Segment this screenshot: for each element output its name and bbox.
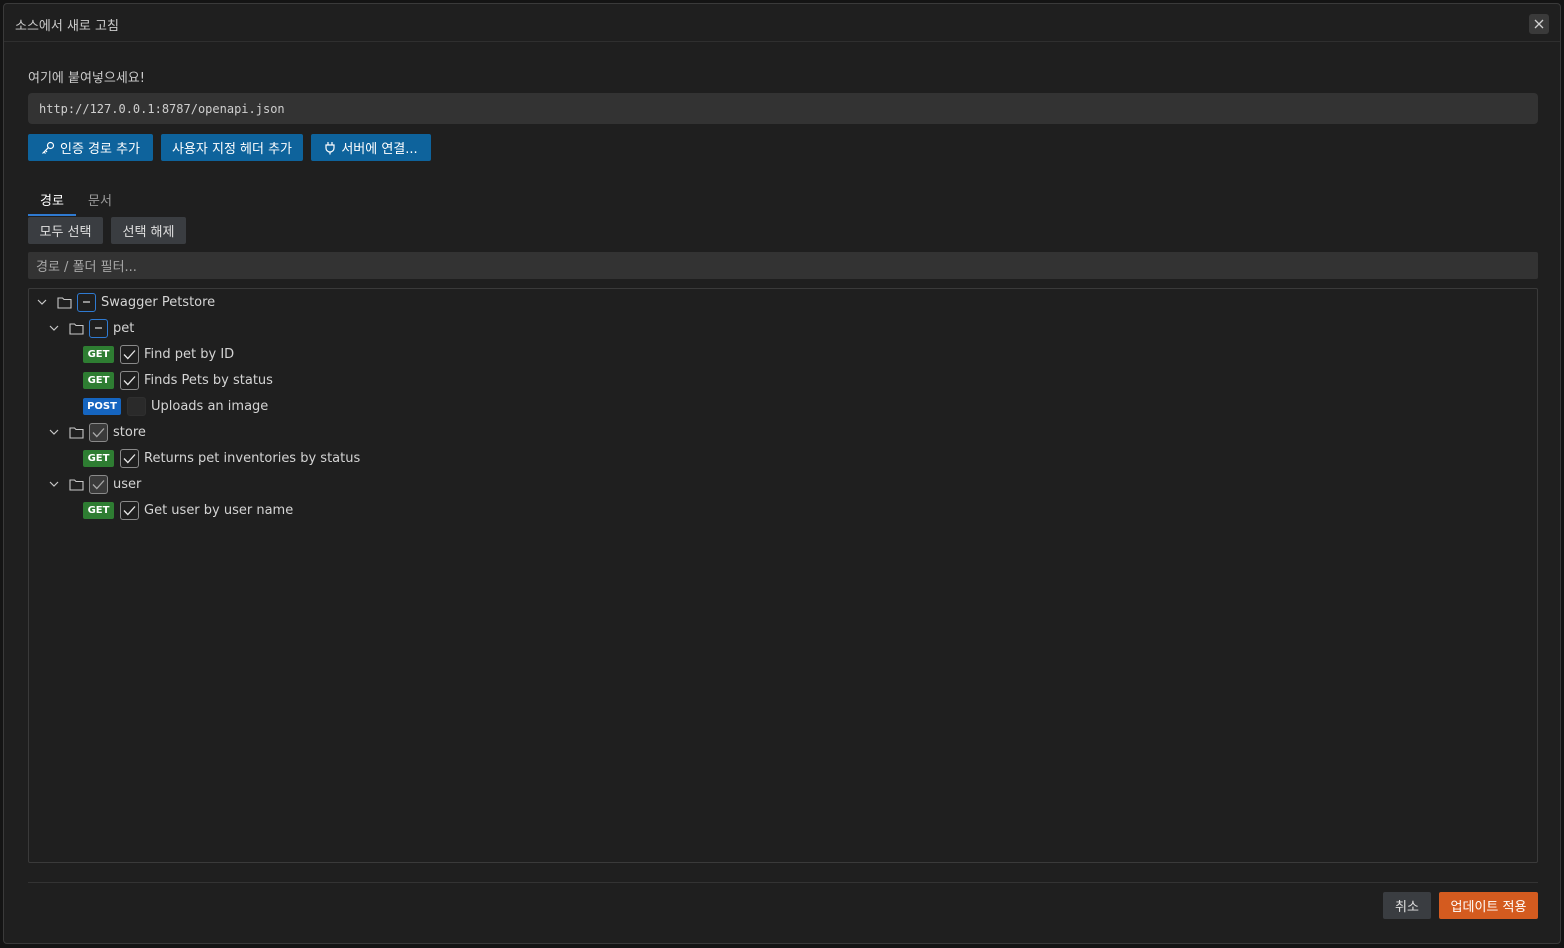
apply-update-button[interactable]: 업데이트 적용	[1439, 892, 1538, 919]
item-checkbox[interactable]	[120, 500, 139, 520]
select-all-button[interactable]: 모두 선택	[28, 217, 103, 244]
pet-partial-checkbox[interactable]	[89, 318, 108, 338]
tree-row-returns-pet-inventories[interactable]: GET Returns pet inventories by status	[83, 446, 360, 470]
add-custom-header-button[interactable]: 사용자 지정 헤더 추가	[161, 134, 303, 161]
route-tree: Swagger Petstore pet GET Find pet by ID …	[28, 288, 1538, 863]
deselect-all-label: 선택 해제	[122, 225, 175, 240]
tree-row-store[interactable]: store	[46, 420, 146, 444]
route-filter-placeholder: 경로 / 폴더 필터...	[36, 260, 137, 275]
method-badge: GET	[83, 501, 114, 519]
item-checkbox[interactable]	[120, 344, 139, 364]
dialog-titlebar: 소스에서 새로 고침	[4, 4, 1560, 42]
item-label: Uploads an image	[151, 398, 269, 414]
connect-server-button[interactable]: 서버에 연결...	[311, 134, 431, 161]
close-button[interactable]	[1529, 14, 1549, 34]
tab-docs-label: 문서	[88, 194, 112, 209]
refresh-from-source-dialog: 소스에서 새로 고침 여기에 붙여넣으세요! http://127.0.0.1:…	[3, 3, 1561, 944]
tree-row-get-user-by-user-name[interactable]: GET Get user by user name	[83, 498, 293, 522]
connect-server-label: 서버에 연결...	[341, 142, 418, 157]
key-icon	[42, 141, 55, 154]
user-checkbox[interactable]	[89, 474, 108, 494]
tab-routes[interactable]: 경로	[28, 190, 76, 216]
method-badge: POST	[83, 397, 121, 415]
paste-label: 여기에 붙여넣으세요!	[28, 71, 145, 86]
source-url-value: http://127.0.0.1:8787/openapi.json	[39, 101, 285, 116]
root-partial-checkbox[interactable]	[77, 292, 96, 312]
tree-row-uploads-an-image[interactable]: POST Uploads an image	[83, 394, 268, 418]
chevron-down-icon[interactable]	[34, 294, 50, 310]
tree-row-find-pet-by-id[interactable]: GET Find pet by ID	[83, 342, 234, 366]
folder-icon	[56, 294, 72, 310]
add-custom-header-label: 사용자 지정 헤더 추가	[171, 142, 293, 157]
folder-icon	[68, 476, 84, 492]
cancel-label: 취소	[1395, 900, 1419, 915]
tab-docs[interactable]: 문서	[80, 190, 120, 216]
dialog-title: 소스에서 새로 고침	[15, 19, 119, 34]
store-checkbox[interactable]	[89, 422, 108, 442]
add-auth-route-label: 인증 경로 추가	[59, 142, 141, 157]
item-checkbox[interactable]	[120, 370, 139, 390]
item-label: Returns pet inventories by status	[144, 450, 361, 466]
item-label: Finds Pets by status	[144, 372, 273, 388]
user-folder-name: user	[113, 476, 142, 492]
apply-update-label: 업데이트 적용	[1450, 900, 1527, 915]
method-badge: GET	[83, 371, 114, 389]
root-folder-name: Swagger Petstore	[101, 294, 216, 310]
tree-row-pet[interactable]: pet	[46, 316, 134, 340]
pet-folder-name: pet	[113, 320, 135, 336]
add-auth-route-button[interactable]: 인증 경로 추가	[28, 134, 153, 161]
tab-routes-label: 경로	[40, 194, 64, 209]
folder-icon	[68, 424, 84, 440]
method-badge: GET	[83, 449, 114, 467]
plug-icon	[325, 141, 335, 154]
store-folder-name: store	[113, 424, 146, 440]
chevron-down-icon[interactable]	[46, 424, 62, 440]
chevron-down-icon[interactable]	[46, 320, 62, 336]
deselect-all-button[interactable]: 선택 해제	[111, 217, 186, 244]
cancel-button[interactable]: 취소	[1383, 892, 1431, 919]
source-url-input[interactable]: http://127.0.0.1:8787/openapi.json	[28, 93, 1538, 124]
item-checkbox[interactable]	[127, 396, 146, 416]
tree-row-finds-pets-by-status[interactable]: GET Finds Pets by status	[83, 368, 273, 392]
footer-divider	[28, 882, 1538, 883]
route-filter-input[interactable]: 경로 / 폴더 필터...	[28, 252, 1538, 279]
select-all-label: 모두 선택	[39, 225, 92, 240]
method-badge: GET	[83, 345, 114, 363]
close-icon	[1534, 19, 1544, 29]
item-checkbox[interactable]	[120, 448, 139, 468]
tree-row-user[interactable]: user	[46, 472, 141, 496]
chevron-down-icon[interactable]	[46, 476, 62, 492]
folder-icon	[68, 320, 84, 336]
item-label: Find pet by ID	[144, 346, 235, 362]
item-label: Get user by user name	[144, 502, 294, 518]
tree-row-root[interactable]: Swagger Petstore	[34, 290, 215, 314]
